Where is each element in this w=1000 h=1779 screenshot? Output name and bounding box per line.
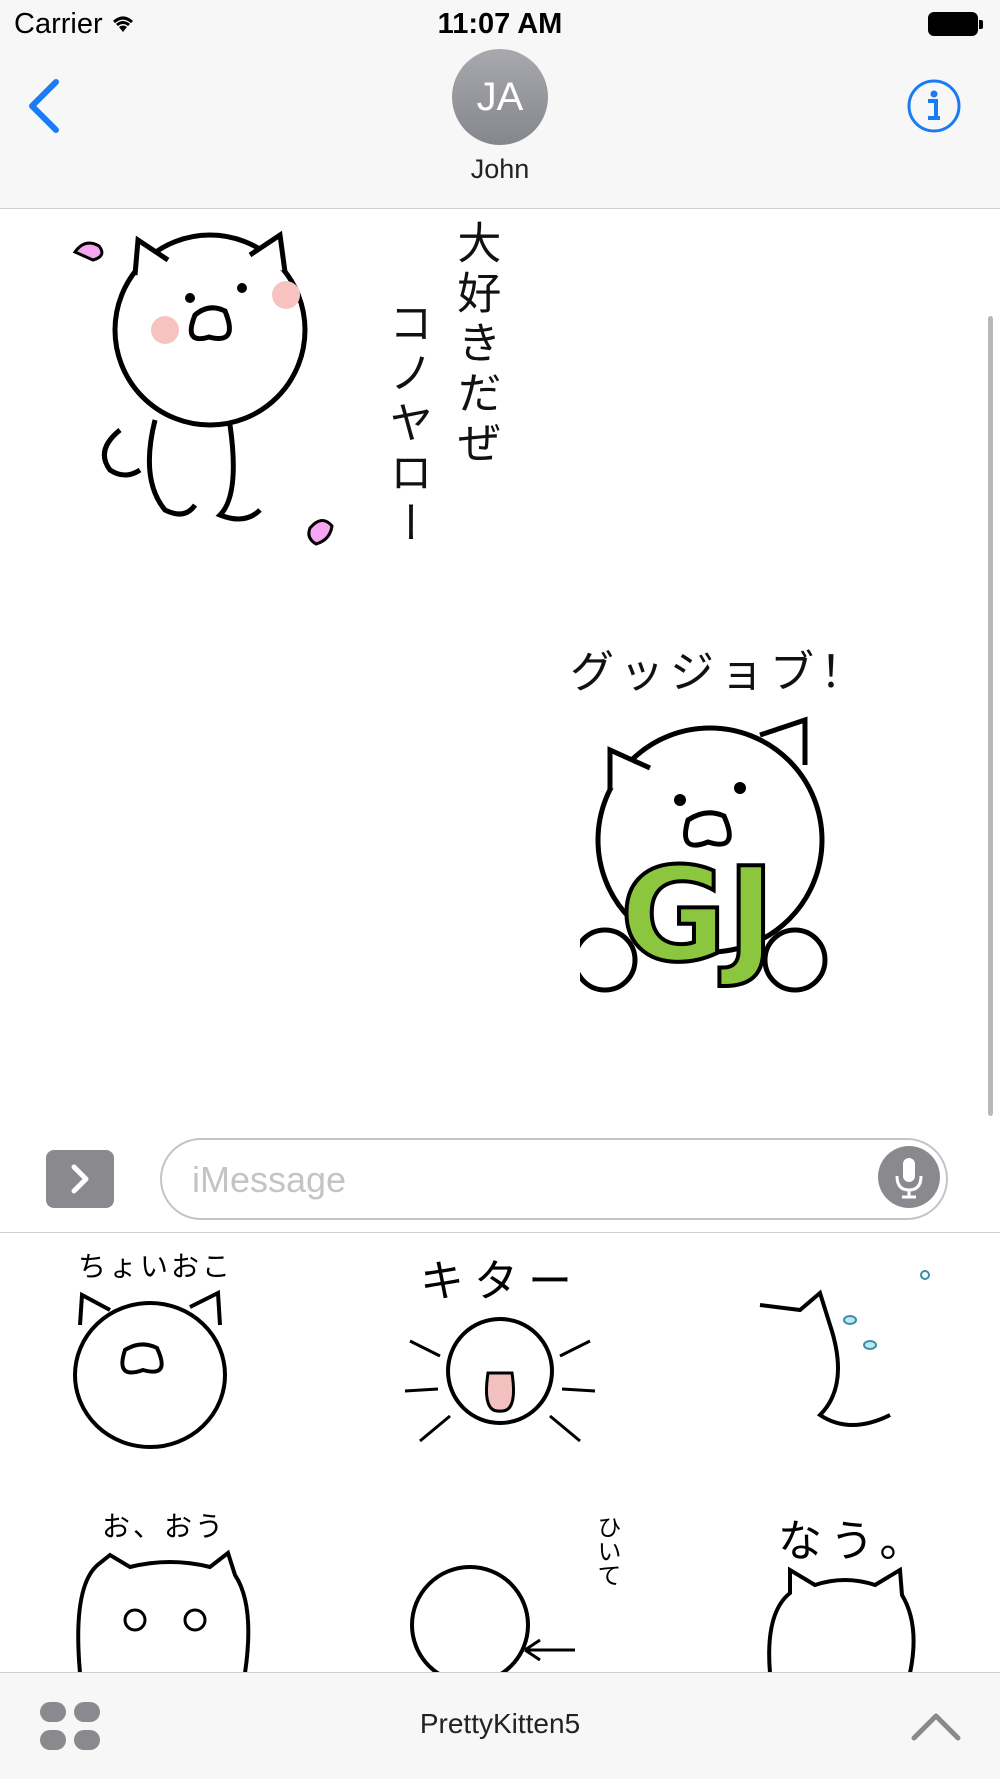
- gj-letters: GJ: [620, 839, 775, 991]
- chevron-up-icon[interactable]: [910, 1706, 962, 1746]
- drawer-divider: [0, 1232, 1000, 1233]
- sticker-caption: ちょいおこ: [78, 1250, 234, 1283]
- cat-icon: [410, 1565, 575, 1673]
- message-input[interactable]: [190, 1154, 834, 1206]
- sticker-text-col1: 大好きだぜ: [449, 220, 501, 470]
- info-icon[interactable]: [906, 78, 962, 134]
- apps-button[interactable]: [46, 1150, 114, 1208]
- cat-icon: [767, 1566, 916, 1673]
- cat-icon: [759, 1270, 930, 1427]
- chevron-right-icon: [71, 1164, 89, 1194]
- status-time: 11:07 AM: [437, 8, 563, 40]
- cat-illustration: [72, 230, 334, 546]
- sticker-text-col2: コノヤロー: [381, 300, 433, 550]
- sticker-caption: キター: [420, 1256, 582, 1307]
- cat-gj-illustration: GJ: [580, 716, 828, 993]
- sticker-choi-oko[interactable]: ちょいおこ: [50, 1245, 290, 1465]
- sticker-kita[interactable]: キター: [380, 1245, 620, 1465]
- sticker-caption: お、おう: [102, 1510, 227, 1543]
- love-cat-sticker[interactable]: 大好きだぜ コノヤロー: [60, 210, 520, 580]
- cat-icon: [73, 1289, 227, 1449]
- back-button[interactable]: [26, 78, 62, 134]
- contact-avatar[interactable]: JA: [452, 49, 548, 145]
- battery-icon: [928, 12, 983, 36]
- sticker-caption: なう。: [778, 1516, 932, 1567]
- sticker-dash[interactable]: [720, 1245, 960, 1465]
- good-job-cat-sticker[interactable]: グッジョブ！ GJ: [560, 636, 900, 1016]
- message-field[interactable]: [160, 1138, 948, 1220]
- sticker-caption-gj: グッジョブ！: [570, 647, 870, 698]
- sticker-caption: ひいて: [593, 1515, 621, 1587]
- sticker-pack-name: PrettyKitten5: [419, 1708, 581, 1739]
- microphone-icon: [895, 1158, 923, 1199]
- scrollbar[interactable]: [988, 316, 993, 1116]
- cat-icon: [404, 1317, 596, 1443]
- microphone-button[interactable]: [878, 1146, 940, 1208]
- contact-name[interactable]: John: [0, 154, 1000, 185]
- cat-icon: [76, 1549, 251, 1673]
